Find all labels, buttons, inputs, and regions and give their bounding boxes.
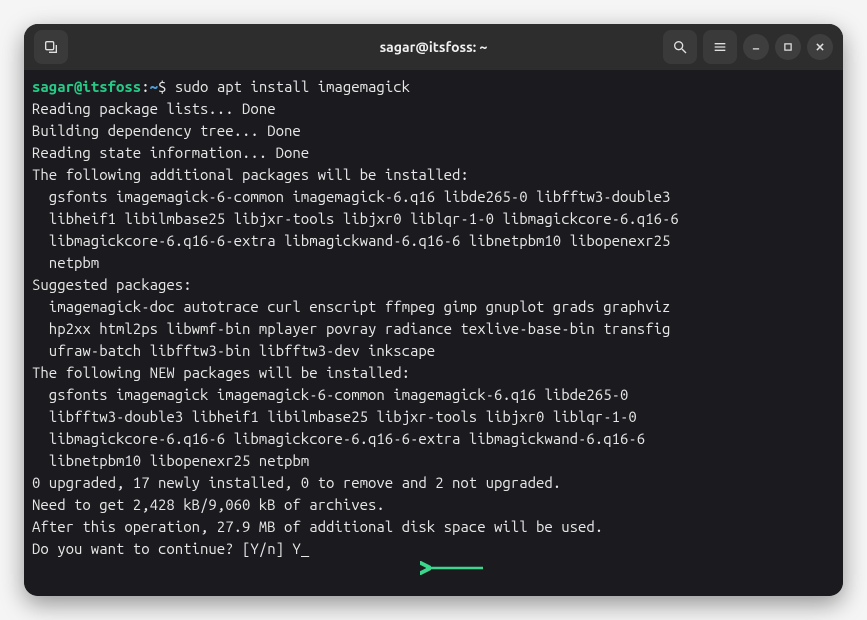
output-line: libfftw3-double3 libheif1 libilmbase25 l… bbox=[32, 408, 637, 425]
new-tab-icon bbox=[43, 39, 59, 55]
prompt-user-host: sagar@itsfoss bbox=[32, 78, 141, 95]
output-line: Reading package lists... Done bbox=[32, 100, 276, 117]
titlebar-right bbox=[663, 30, 833, 64]
output-line: libnetpbm10 libopenexr25 netpbm bbox=[32, 452, 309, 469]
output-line: Need to get 2,428 kB/9,060 kB of archive… bbox=[32, 496, 385, 513]
prompt-path: ~ bbox=[150, 78, 158, 95]
output-line: libmagickcore-6.q16-6-extra libmagickwan… bbox=[32, 232, 670, 249]
output-line: netpbm bbox=[32, 254, 99, 271]
output-line: libmagickcore-6.q16-6 libmagickcore-6.q1… bbox=[32, 430, 645, 447]
titlebar-left bbox=[34, 30, 68, 64]
terminal-window: sagar@itsfoss: ~ sagar@itsfoss:~$ sudo a… bbox=[24, 24, 843, 596]
output-line: ufraw-batch libfftw3-bin libfftw3-dev in… bbox=[32, 342, 435, 359]
maximize-icon bbox=[783, 42, 793, 52]
minimize-icon bbox=[751, 42, 761, 52]
terminal-content[interactable]: sagar@itsfoss:~$ sudo apt install imagem… bbox=[24, 70, 843, 596]
output-line: After this operation, 27.9 MB of additio… bbox=[32, 518, 603, 535]
output-line: hp2xx html2ps libwmf-bin mplayer povray … bbox=[32, 320, 670, 337]
output-line: The following NEW packages will be insta… bbox=[32, 364, 410, 381]
output-line: Do you want to continue? [Y/n] bbox=[32, 540, 292, 557]
output-line: The following additional packages will b… bbox=[32, 166, 469, 183]
search-button[interactable] bbox=[663, 30, 697, 64]
minimize-button[interactable] bbox=[743, 34, 769, 60]
output-line: Building dependency tree... Done bbox=[32, 122, 301, 139]
arrow-annotation bbox=[403, 537, 468, 551]
output-line: Suggested packages: bbox=[32, 276, 192, 293]
output-line: Reading state information... Done bbox=[32, 144, 309, 161]
hamburger-icon bbox=[712, 39, 728, 55]
output-line: gsfonts imagemagick imagemagick-6-common… bbox=[32, 386, 628, 403]
prompt-dollar: $ bbox=[158, 78, 175, 95]
user-input: Y bbox=[292, 540, 300, 557]
menu-button[interactable] bbox=[703, 30, 737, 64]
close-icon bbox=[815, 42, 825, 52]
new-tab-button[interactable] bbox=[34, 30, 68, 64]
search-icon bbox=[672, 39, 688, 55]
maximize-button[interactable] bbox=[775, 34, 801, 60]
output-line: libheif1 libilmbase25 libjxr-tools libjx… bbox=[32, 210, 679, 227]
prompt-colon: : bbox=[141, 78, 149, 95]
cursor: _ bbox=[301, 540, 309, 557]
window-title: sagar@itsfoss: ~ bbox=[380, 39, 488, 55]
output-line: imagemagick-doc autotrace curl enscript … bbox=[32, 298, 670, 315]
titlebar: sagar@itsfoss: ~ bbox=[24, 24, 843, 70]
output-line: gsfonts imagemagick-6-common imagemagick… bbox=[32, 188, 670, 205]
output-line: 0 upgraded, 17 newly installed, 0 to rem… bbox=[32, 474, 561, 491]
close-button[interactable] bbox=[807, 34, 833, 60]
command-text: sudo apt install imagemagick bbox=[175, 78, 410, 95]
